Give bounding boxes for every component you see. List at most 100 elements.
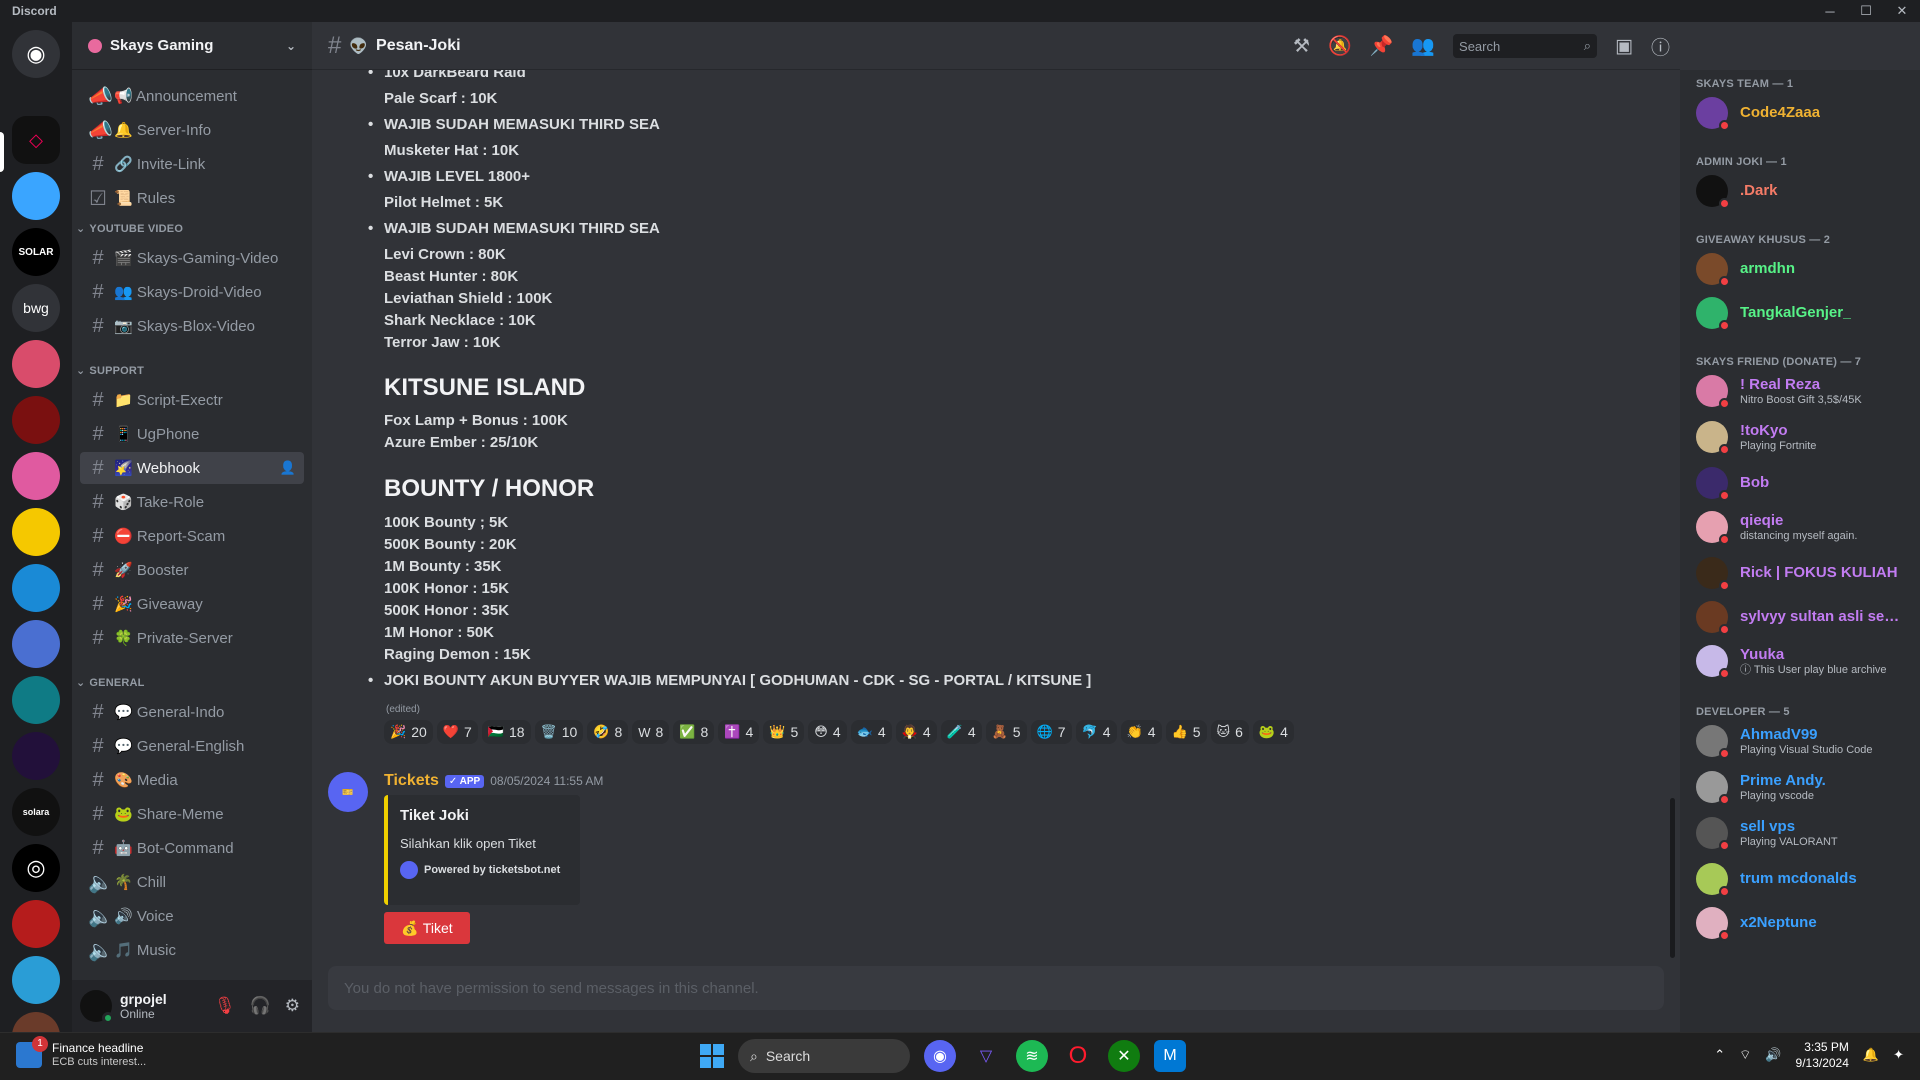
news-widget[interactable]: 1 Finance headline ECB cuts interest... [16, 1035, 146, 1068]
channel-skays-blox-video[interactable]: # 📷 Skays-Blox-Video [80, 310, 304, 342]
member-item[interactable]: .Dark [1696, 170, 1916, 212]
reaction-chip[interactable]: 😳 4 [808, 720, 847, 744]
reaction-chip[interactable]: 👑 5 [763, 720, 805, 744]
member-item[interactable]: Code4Zaaa [1696, 92, 1916, 134]
channel-music[interactable]: 🔈 🎵 Music [80, 934, 304, 966]
server-icon[interactable] [12, 340, 60, 388]
server-icon[interactable]: solara [12, 788, 60, 836]
server-icon[interactable] [12, 676, 60, 724]
server-header[interactable]: Skays Gaming ⌄ [72, 22, 312, 70]
server-icon[interactable]: SOLAR [12, 228, 60, 276]
reaction-chip[interactable]: 🗑️ 10 [534, 720, 584, 744]
category-support[interactable]: ⌄ SUPPORT [76, 364, 144, 378]
reaction-chip[interactable]: W8 [632, 720, 670, 744]
member-item[interactable]: sylvyy sultan asli sem... [1696, 596, 1916, 638]
bell-icon[interactable]: 🔔 [1863, 1047, 1879, 1063]
channel-booster[interactable]: # 🚀 Booster [80, 554, 304, 586]
volume-icon[interactable]: 🔊 [1765, 1047, 1781, 1063]
windows-start-icon[interactable] [700, 1044, 724, 1068]
category-youtube-video[interactable]: ⌄ YOUTUBE VIDEO [76, 222, 183, 236]
channel-skays-droid-video[interactable]: # 👥 Skays-Droid-Video [80, 276, 304, 308]
browser-app-icon[interactable]: M [1154, 1040, 1186, 1072]
chevron-down-icon[interactable]: ⌄ [286, 39, 296, 53]
threads-icon[interactable]: ⚒ [1293, 35, 1310, 58]
pin-icon[interactable]: 📌 [1370, 34, 1394, 58]
server-icon[interactable] [12, 564, 60, 612]
minimize-icon[interactable]: ─ [1812, 0, 1848, 22]
reaction-chip[interactable]: 🐸 4 [1252, 720, 1294, 744]
channel-giveaway[interactable]: # 🎉 Giveaway [80, 588, 304, 620]
discord-app-icon[interactable]: ◉ [924, 1040, 956, 1072]
mute-mic-icon[interactable]: 🎙 [214, 996, 236, 1016]
channel-report-scam[interactable]: # ⛔ Report-Scam [80, 520, 304, 552]
reaction-chip[interactable]: ✅ 8 [673, 720, 715, 744]
inbox-icon[interactable]: ▣ [1615, 35, 1633, 58]
search-input[interactable]: Search ⌕ [1453, 34, 1598, 58]
avatar[interactable] [80, 990, 114, 1024]
channel-voice[interactable]: 🔈 🔊 Voice [80, 900, 304, 932]
reaction-chip[interactable]: 🤣 8 [587, 720, 629, 744]
reaction-chip[interactable]: 👏 4 [1120, 720, 1162, 744]
reaction-chip[interactable]: 🧪 4 [940, 720, 982, 744]
server-icon[interactable] [12, 396, 60, 444]
member-item[interactable]: Rick | FOKUS KULIAH [1696, 552, 1916, 594]
server-icon[interactable] [12, 1012, 60, 1032]
member-item[interactable]: !toKyo Playing Fortnite [1696, 416, 1916, 458]
member-item[interactable]: AhmadV99 Playing Visual Studio Code [1696, 720, 1916, 762]
copilot-icon[interactable]: ✦ [1893, 1047, 1904, 1063]
member-item[interactable]: trum mcdonalds [1696, 858, 1916, 900]
headphones-icon[interactable]: 🎧 [250, 996, 271, 1016]
member-item[interactable]: x2Neptune [1696, 902, 1916, 944]
opera-icon[interactable]: O [1062, 1040, 1094, 1072]
channel-bot-command[interactable]: # 🤖 Bot-Command [80, 832, 304, 864]
taskbar-search[interactable]: ⌕ Search [738, 1039, 910, 1073]
reaction-chip[interactable]: 🧛 4 [895, 720, 937, 744]
channel-share-meme[interactable]: # 🐸 Share-Meme [80, 798, 304, 830]
reaction-chip[interactable]: 🇵🇸 18 [481, 720, 531, 744]
server-icon[interactable]: ◇ [12, 116, 60, 164]
server-icon[interactable] [12, 956, 60, 1004]
server-icon[interactable] [12, 452, 60, 500]
reaction-chip[interactable]: 🐟 4 [850, 720, 892, 744]
chevron-up-icon[interactable]: ⌃ [1714, 1047, 1725, 1063]
server-icon[interactable] [12, 508, 60, 556]
xbox-icon[interactable]: ✕ [1108, 1040, 1140, 1072]
member-list-icon[interactable]: 👥 [1411, 34, 1435, 58]
add-member-icon[interactable]: 👤 [280, 460, 304, 476]
channel-script-exectr[interactable]: # 📁 Script-Exectr [80, 384, 304, 416]
avatar[interactable]: 🎫 [328, 772, 368, 812]
reaction-chip[interactable]: 🐬 4 [1075, 720, 1117, 744]
spotify-icon[interactable]: ≋ [1016, 1040, 1048, 1072]
server-icon[interactable] [12, 732, 60, 780]
member-item[interactable]: armdhn [1696, 248, 1916, 290]
channel-rules[interactable]: ☑ 📜 Rules [80, 182, 304, 214]
notification-mute-icon[interactable]: 🔕 [1328, 34, 1352, 58]
member-item[interactable]: qieqie distancing myself again. [1696, 506, 1916, 548]
server-icon[interactable] [12, 900, 60, 948]
reaction-chip[interactable]: 🧸 5 [985, 720, 1027, 744]
channel-invite-link[interactable]: # 🔗 Invite-Link [80, 148, 304, 180]
member-item[interactable]: sell vps Playing VALORANT [1696, 812, 1916, 854]
reaction-chip[interactable]: ✝️ 4 [718, 720, 760, 744]
channel-media[interactable]: # 🎨 Media [80, 764, 304, 796]
channel-webhook[interactable]: # 🌠 Webhook 👤 [80, 452, 304, 484]
channel-take-role[interactable]: # 🎲 Take-Role [80, 486, 304, 518]
channel-general-indo[interactable]: # 💬 General-Indo [80, 696, 304, 728]
channel-general-english[interactable]: # 💬 General-English [80, 730, 304, 762]
clock[interactable]: 3:35 PM 9/13/2024 [1796, 1039, 1849, 1071]
server-icon[interactable]: bwg [12, 284, 60, 332]
help-icon[interactable]: ⓘ [1651, 33, 1670, 60]
open-ticket-button[interactable]: 💰 Tiket [384, 912, 470, 944]
category-general[interactable]: ⌄ GENERAL [76, 676, 145, 690]
server-icon[interactable]: ◎ [12, 844, 60, 892]
gear-icon[interactable]: ⚙ [285, 996, 300, 1016]
channel-chill[interactable]: 🔈 🌴 Chill [80, 866, 304, 898]
server-icon[interactable] [12, 620, 60, 668]
member-item[interactable]: ! Real Reza Nitro Boost Gift 3,5$/45K [1696, 370, 1916, 412]
member-item[interactable]: Bob [1696, 462, 1916, 504]
vpn-app-icon[interactable]: ▽ [970, 1040, 1002, 1072]
maximize-icon[interactable]: ☐ [1848, 0, 1884, 22]
channel-ugphone[interactable]: # 📱 UgPhone [80, 418, 304, 450]
server-icon[interactable] [12, 172, 60, 220]
reaction-chip[interactable]: 👍 5 [1165, 720, 1207, 744]
